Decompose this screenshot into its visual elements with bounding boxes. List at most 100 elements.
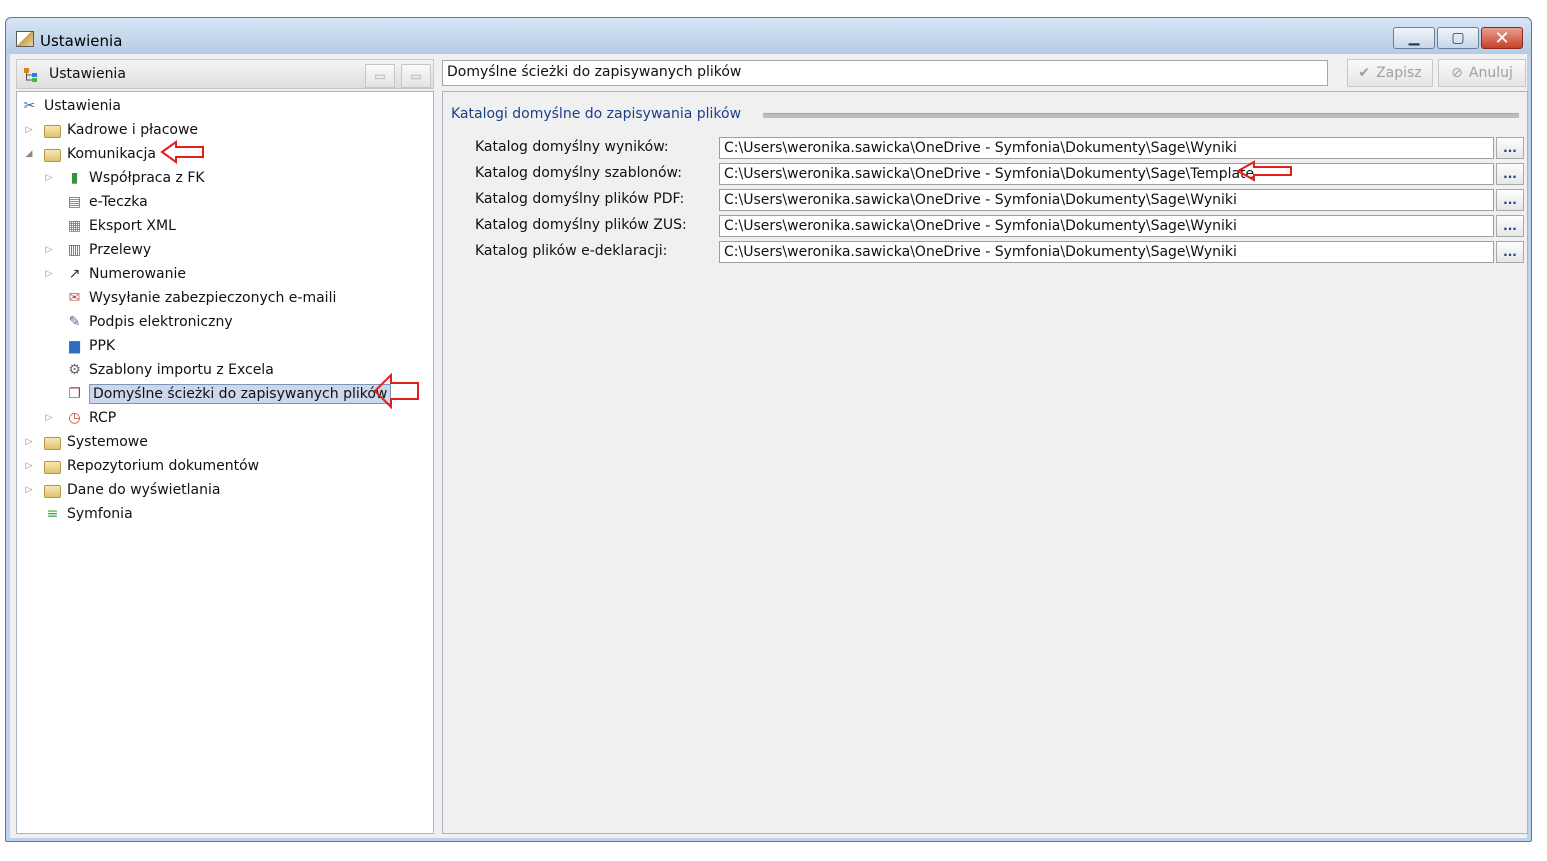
tree-header-label: Ustawienia [49, 66, 126, 82]
add-folder-icon: ▭ [374, 69, 386, 83]
tree-header: Ustawienia ▭ ▭ [16, 59, 434, 89]
tree-item[interactable]: ⚙ Szablony importu z Excela [66, 359, 274, 381]
minimize-button[interactable]: ▁ [1393, 27, 1435, 49]
add-folder-button[interactable]: ▭ [365, 64, 395, 88]
annotation-arrow-icon [373, 373, 419, 409]
close-icon: ✕ [1494, 27, 1510, 49]
tree-item[interactable]: ✂ Ustawienia [21, 95, 121, 117]
tree-item[interactable]: ▦ Eksport XML [66, 215, 176, 237]
path-input[interactable]: C:\Users\weronika.sawicka\OneDrive - Sym… [719, 215, 1494, 237]
tree-item[interactable]: ▷ ↗ Numerowanie [46, 263, 187, 285]
path-input[interactable]: C:\Users\weronika.sawicka\OneDrive - Sym… [719, 241, 1494, 263]
tree-item-label: RCP [89, 410, 117, 426]
file-path-icon: ❐ [68, 385, 81, 402]
tree-item[interactable]: ▷ ▥ Przelewy [46, 239, 152, 261]
bar-chart-icon: ▆ [69, 337, 80, 354]
tree-item-label: Eksport XML [89, 218, 176, 234]
tree-item[interactable]: ▷ Dane do wyświetlania [26, 479, 221, 501]
tree-item[interactable]: ▷ ▮ Współpraca z FK [46, 167, 205, 189]
title-bar[interactable]: Ustawienia ▁ ▢ ✕ [6, 18, 1531, 54]
tree-item-label: Szablony importu z Excela [89, 362, 274, 378]
path-input[interactable]: C:\Users\weronika.sawicka\OneDrive - Sym… [719, 163, 1494, 185]
folder-icon [44, 148, 61, 162]
field-label: Katalog domyślny plików ZUS: [475, 217, 687, 233]
tree-item[interactable]: ▤ e-Teczka [66, 191, 148, 213]
tree-item-label: Ustawienia [44, 98, 121, 114]
tree-item-label: Systemowe [67, 434, 148, 450]
tree-item[interactable]: ▷ Repozytorium dokumentów [26, 455, 260, 477]
expand-arrow-icon[interactable]: ▷ [24, 437, 34, 447]
minimize-icon: ▁ [1408, 30, 1420, 46]
expand-arrow-icon[interactable]: ▷ [24, 485, 34, 495]
browse-button[interactable]: ... [1496, 189, 1524, 211]
expand-arrow-icon[interactable]: ▷ [24, 125, 34, 135]
tree-item-label: Symfonia [67, 506, 133, 522]
folder-icon [44, 460, 61, 474]
expand-arrow-icon[interactable]: ▷ [24, 461, 34, 471]
cancel-circle-icon: ⊘ [1451, 65, 1463, 81]
window-title: Ustawienia [40, 32, 123, 50]
tree-item-label: Współpraca z FK [89, 170, 205, 186]
numbering-icon: ↗ [68, 265, 81, 282]
tree-item[interactable]: ▆ PPK [66, 335, 115, 357]
tree-item-label: Kadrowe i płacowe [67, 122, 199, 138]
tree-item[interactable]: ▷ Systemowe [26, 431, 148, 453]
settings-window: Ustawienia ▁ ▢ ✕ Ustawienia ▭ ▭ ✂ Ustawie… [5, 17, 1532, 842]
hierarchy-icon [24, 68, 37, 82]
field-label: Katalog domyślny wyników: [475, 139, 669, 155]
signature-icon: ✎ [68, 313, 81, 330]
cancel-button[interactable]: ⊘ Anuluj [1438, 59, 1526, 87]
gear-icon: ⚙ [68, 361, 81, 378]
section-divider [763, 113, 1519, 118]
settings-tree[interactable]: ✂ Ustawienia ▷ Kadrowe i płacowe ◢ Komunikacj… [16, 91, 434, 834]
annotation-arrow-icon [160, 140, 204, 164]
expand-arrow-icon[interactable]: ▷ [44, 269, 54, 279]
tree-item-label: Domyślne ścieżki do zapisywanych plików [89, 384, 392, 404]
expand-arrow-icon[interactable]: ▷ [44, 413, 54, 423]
symfonia-logo-icon: ≡ [46, 505, 59, 522]
field-label: Katalog domyślny szablonów: [475, 165, 682, 181]
tree-item-label: Dane do wyświetlania [67, 482, 221, 498]
secure-mail-icon: ✉ [68, 289, 81, 306]
chart-icon: ▮ [70, 169, 79, 186]
maximize-button[interactable]: ▢ [1437, 27, 1479, 49]
section-title: Katalogi domyślne do zapisywania plików [451, 106, 742, 122]
browse-button[interactable]: ... [1496, 137, 1524, 159]
window-client-area: Ustawienia ▭ ▭ ✂ Ustawienia ▷ Kadrowe i pła… [10, 54, 1528, 838]
tree-item[interactable]: ≡ Symfonia [44, 503, 133, 525]
browse-button[interactable]: ... [1496, 215, 1524, 237]
field-label: Katalog domyślny plików PDF: [475, 191, 685, 207]
document-stack-icon: ▤ [67, 193, 82, 210]
tree-item[interactable]: ▷ ◷ RCP [46, 407, 117, 429]
save-button[interactable]: ✔ Zapisz [1347, 59, 1433, 87]
tree-item-label: Numerowanie [89, 266, 187, 282]
path-input[interactable]: C:\Users\weronika.sawicka\OneDrive - Sym… [719, 137, 1494, 159]
checkmark-icon: ✔ [1358, 65, 1371, 81]
current-section-field: Domyślne ścieżki do zapisywanych plików [442, 60, 1328, 86]
tree-item[interactable]: ◢ Komunikacja [26, 143, 156, 165]
tree-item[interactable]: ✎ Podpis elektroniczny [66, 311, 233, 333]
folder-icon [44, 124, 61, 138]
tree-item-label: PPK [89, 338, 116, 354]
tree-item-label: e-Teczka [89, 194, 148, 210]
settings-content-panel: Katalogi domyślne do zapisywania plików … [442, 91, 1528, 834]
browse-button[interactable]: ... [1496, 163, 1524, 185]
tree-item[interactable]: ❐ Domyślne ścieżki do zapisywanych plików [66, 383, 392, 405]
browse-button[interactable]: ... [1496, 241, 1524, 263]
collapse-arrow-icon[interactable]: ◢ [24, 149, 34, 159]
close-button[interactable]: ✕ [1481, 27, 1523, 49]
path-input[interactable]: C:\Users\weronika.sawicka\OneDrive - Sym… [719, 189, 1494, 211]
field-label: Katalog plików e-deklaracji: [475, 243, 668, 259]
clock-icon: ◷ [68, 409, 81, 426]
remove-folder-button[interactable]: ▭ [401, 64, 431, 88]
tree-item-label: Podpis elektroniczny [89, 314, 233, 330]
bank-icon: ▥ [67, 241, 82, 258]
tree-item-label: Wysyłanie zabezpieczonych e-maili [89, 290, 337, 306]
tools-icon: ✂ [23, 97, 36, 114]
expand-arrow-icon[interactable]: ▷ [44, 245, 54, 255]
maximize-icon: ▢ [1451, 30, 1465, 46]
expand-arrow-icon[interactable]: ▷ [44, 173, 54, 183]
app-icon [16, 31, 34, 47]
tree-item[interactable]: ▷ Kadrowe i płacowe [26, 119, 199, 141]
tree-item[interactable]: ✉ Wysyłanie zabezpieczonych e-maili [66, 287, 337, 309]
